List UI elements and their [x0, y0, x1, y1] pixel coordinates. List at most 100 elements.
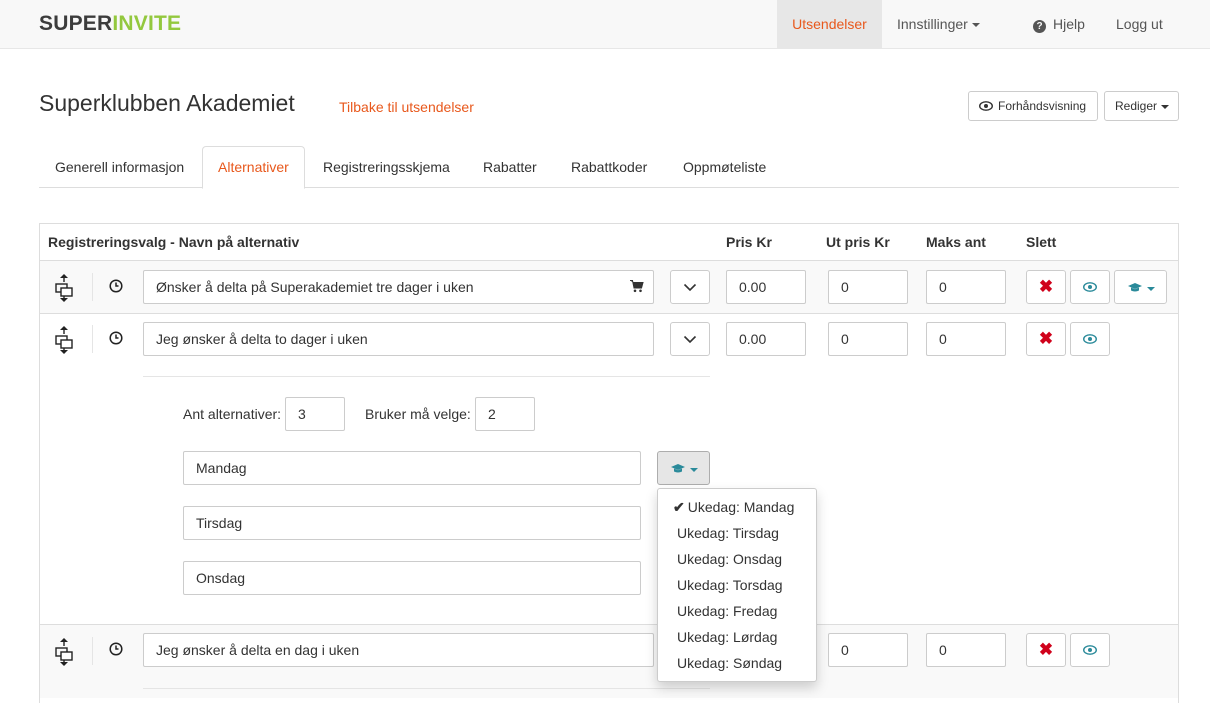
- option-name-input[interactable]: Jeg ønsker å delta to dager i uken: [143, 322, 654, 356]
- edit-label: Rediger: [1115, 99, 1158, 113]
- graduation-cap-icon: [1127, 283, 1142, 292]
- out-price-input[interactable]: 0: [828, 322, 908, 356]
- tab-registreringsskjema[interactable]: Registreringsskjema: [308, 146, 465, 188]
- tab-alternativer[interactable]: Alternativer: [202, 146, 305, 189]
- tab-rabatter[interactable]: Rabatter: [468, 146, 552, 188]
- delete-button[interactable]: ✖: [1026, 633, 1066, 667]
- back-to-utsendelser-link[interactable]: Tilbake til utsendelser: [339, 99, 474, 115]
- expand-button[interactable]: [670, 270, 710, 304]
- option-name-input[interactable]: Jeg ønsker å delta en dag i uken: [143, 633, 654, 667]
- edit-dropdown-button[interactable]: Rediger: [1104, 91, 1179, 121]
- weekday-dropdown-button[interactable]: [657, 451, 710, 485]
- delete-button[interactable]: ✖: [1026, 322, 1066, 356]
- dropdown-item-torsdag[interactable]: Ukedag: Torsdag: [658, 572, 816, 598]
- tab-label: Registreringsskjema: [323, 159, 450, 175]
- nav-innstillinger-label: Innstillinger: [897, 16, 968, 32]
- drag-handle-icon[interactable]: [54, 273, 74, 303]
- sub-option-value: Tirsdag: [196, 515, 243, 531]
- visibility-button[interactable]: [1070, 270, 1110, 304]
- dropdown-item-sondag[interactable]: Ukedag: Søndag: [658, 650, 816, 676]
- drag-handle-icon[interactable]: [54, 637, 74, 667]
- caret-down-icon: [689, 468, 698, 473]
- max-count-input[interactable]: 0: [926, 270, 1006, 304]
- superinvite-logo[interactable]: SUPERINVITE: [39, 12, 181, 36]
- price-value: 0.00: [739, 279, 767, 295]
- max-count-input[interactable]: 0: [926, 633, 1006, 667]
- dropdown-item-mandag[interactable]: ✔ Ukedag: Mandag: [658, 494, 816, 520]
- sub-option-input[interactable]: Mandag: [183, 451, 641, 485]
- tab-bar: Generell informasjon Alternativer Regist…: [39, 146, 1179, 189]
- header-ut-pris: Ut pris Kr: [826, 234, 890, 250]
- eye-icon: [1082, 282, 1098, 292]
- visibility-button[interactable]: [1070, 633, 1110, 667]
- preview-label: Forhåndsvisning: [998, 99, 1087, 113]
- header-registreringsvalg: Registreringsvalg - Navn på alternativ: [48, 234, 300, 250]
- clock-icon[interactable]: [109, 331, 123, 345]
- tab-rabattkoder[interactable]: Rabattkoder: [556, 146, 662, 188]
- option-name-value: Jeg ønsker å delta en dag i uken: [156, 642, 360, 658]
- dropdown-item-label: Ukedag: Søndag: [677, 655, 783, 671]
- nav-hjelp-label: Hjelp: [1053, 16, 1085, 32]
- caret-down-icon: [1161, 104, 1170, 109]
- price-value: 0.00: [739, 331, 767, 347]
- tab-label: Rabattkoder: [571, 159, 648, 175]
- option-name-value: Ønsker å delta på Superakademiet tre dag…: [156, 279, 474, 295]
- header-slett: Slett: [1026, 234, 1057, 250]
- out-price-input[interactable]: 0: [828, 633, 908, 667]
- clock-icon[interactable]: [109, 642, 123, 656]
- close-icon: ✖: [1038, 329, 1054, 348]
- dropdown-item-label: Ukedag: Torsdag: [677, 577, 783, 593]
- nav-hjelp[interactable]: ? Hjelp: [1018, 0, 1100, 48]
- top-navbar: SUPERINVITE Utsendelser Innstillinger ? H…: [0, 0, 1210, 49]
- dropdown-item-label: Ukedag: Tirsdag: [677, 525, 779, 541]
- out-price-value: 0: [841, 279, 849, 295]
- sub-option-input[interactable]: Tirsdag: [183, 506, 641, 540]
- eye-icon: [1082, 334, 1098, 344]
- dropdown-item-label: Ukedag: Lørdag: [677, 629, 778, 645]
- out-price-input[interactable]: 0: [828, 270, 908, 304]
- option-name-value: Jeg ønsker å delta to dager i uken: [156, 331, 368, 347]
- expand-button[interactable]: [670, 322, 710, 356]
- sub-option-value: Mandag: [196, 460, 247, 476]
- close-icon: ✖: [1038, 277, 1054, 296]
- nav-utsendelser[interactable]: Utsendelser: [777, 0, 882, 48]
- max-count-input[interactable]: 0: [926, 322, 1006, 356]
- visibility-button[interactable]: [1070, 322, 1110, 356]
- category-dropdown-button[interactable]: [1114, 270, 1167, 304]
- tab-label: Generell informasjon: [55, 159, 185, 175]
- price-input[interactable]: 0.00: [726, 322, 806, 356]
- tab-oppmoteliste[interactable]: Oppmøteliste: [668, 146, 781, 188]
- max-count-value: 0: [939, 642, 947, 658]
- option-name-input[interactable]: Ønsker å delta på Superakademiet tre dag…: [143, 270, 654, 304]
- divider: [143, 376, 710, 377]
- dropdown-item-label: Ukedag: Fredag: [677, 603, 778, 619]
- eye-icon: [978, 101, 994, 111]
- nav-utsendelser-label: Utsendelser: [792, 16, 867, 32]
- drag-handle-icon[interactable]: [54, 325, 74, 355]
- caret-down-icon: [1146, 287, 1155, 292]
- dropdown-item-onsdag[interactable]: Ukedag: Onsdag: [658, 546, 816, 572]
- dropdown-item-fredag[interactable]: Ukedag: Fredag: [658, 598, 816, 624]
- sub-option-input[interactable]: Onsdag: [183, 561, 641, 595]
- delete-button[interactable]: ✖: [1026, 270, 1066, 304]
- max-count-value: 0: [939, 279, 947, 295]
- nav-innstillinger[interactable]: Innstillinger: [882, 0, 995, 48]
- header-pris: Pris Kr: [726, 234, 772, 250]
- dropdown-item-tirsdag[interactable]: Ukedag: Tirsdag: [658, 520, 816, 546]
- tab-generell-informasjon[interactable]: Generell informasjon: [40, 146, 199, 188]
- nav-logg-ut[interactable]: Logg ut: [1101, 0, 1178, 48]
- clock-icon[interactable]: [109, 279, 123, 293]
- caret-down-icon: [971, 23, 980, 28]
- preview-button[interactable]: Forhåndsvisning: [968, 91, 1098, 121]
- dropdown-item-lordag[interactable]: Ukedag: Lørdag: [658, 624, 816, 650]
- logo-text-invite: INVITE: [112, 12, 182, 35]
- must-choose-input[interactable]: 2: [475, 397, 535, 431]
- divider: [143, 688, 710, 689]
- tab-label: Alternativer: [218, 159, 289, 175]
- chevron-down-icon: [683, 335, 697, 344]
- count-input[interactable]: 3: [285, 397, 345, 431]
- close-icon: ✖: [1038, 640, 1054, 659]
- count-value: 3: [298, 406, 306, 422]
- out-price-value: 0: [841, 331, 849, 347]
- price-input[interactable]: 0.00: [726, 270, 806, 304]
